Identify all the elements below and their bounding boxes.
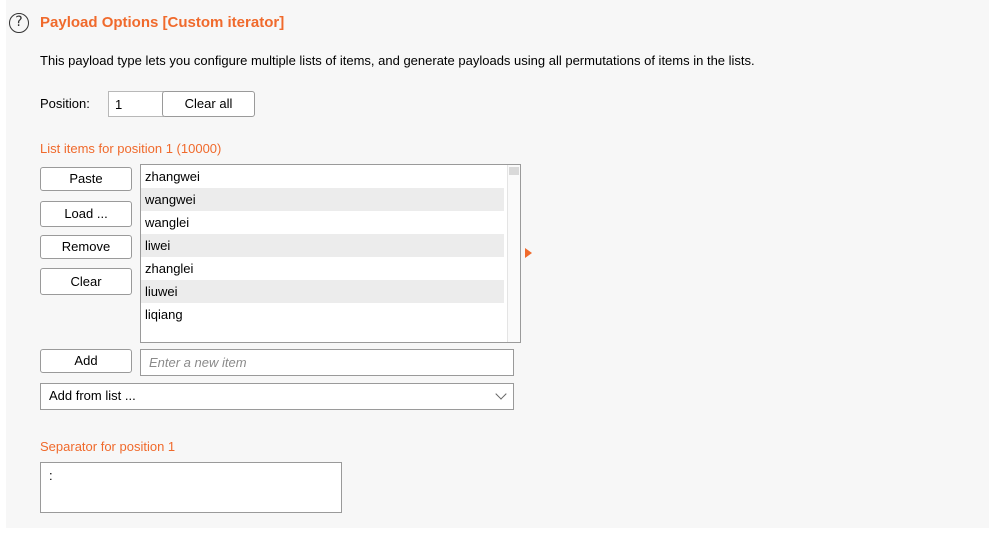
chevron-down-icon (495, 388, 507, 400)
question-circle-icon[interactable]: ? (9, 13, 29, 33)
add-button[interactable]: Add (40, 349, 132, 373)
section-description: This payload type lets you configure mul… (40, 53, 755, 68)
list-items-box[interactable]: zhangwei wangwei wanglei liwei zhanglei … (140, 164, 521, 343)
add-from-list-select[interactable]: Add from list ... (40, 383, 514, 410)
new-item-input[interactable] (140, 349, 514, 376)
expand-arrow-icon[interactable] (525, 248, 532, 258)
add-from-list-label: Add from list ... (49, 388, 136, 403)
clear-button[interactable]: Clear (40, 268, 132, 295)
position-label: Position: (40, 96, 90, 111)
position-input[interactable] (108, 91, 164, 117)
list-item[interactable]: zhanglei (141, 257, 504, 280)
list-scrollbar[interactable] (507, 165, 520, 342)
list-scrollbar-thumb[interactable] (509, 167, 519, 175)
list-item[interactable]: wangwei (141, 188, 504, 211)
list-item[interactable]: wanglei (141, 211, 504, 234)
list-item[interactable]: liqiang (141, 303, 504, 326)
paste-button[interactable]: Paste (40, 167, 132, 191)
list-item[interactable]: liwei (141, 234, 504, 257)
clear-all-button[interactable]: Clear all (162, 91, 255, 117)
separator-label: Separator for position 1 (40, 439, 176, 454)
separator-input[interactable]: : (40, 462, 342, 513)
remove-button[interactable]: Remove (40, 235, 132, 259)
list-items-header: List items for position 1 (10000) (40, 141, 222, 156)
list-item[interactable]: zhangwei (141, 165, 504, 188)
list-item[interactable]: liuwei (141, 280, 504, 303)
section-title: Payload Options [Custom iterator] (40, 14, 285, 31)
load-button[interactable]: Load ... (40, 201, 132, 227)
